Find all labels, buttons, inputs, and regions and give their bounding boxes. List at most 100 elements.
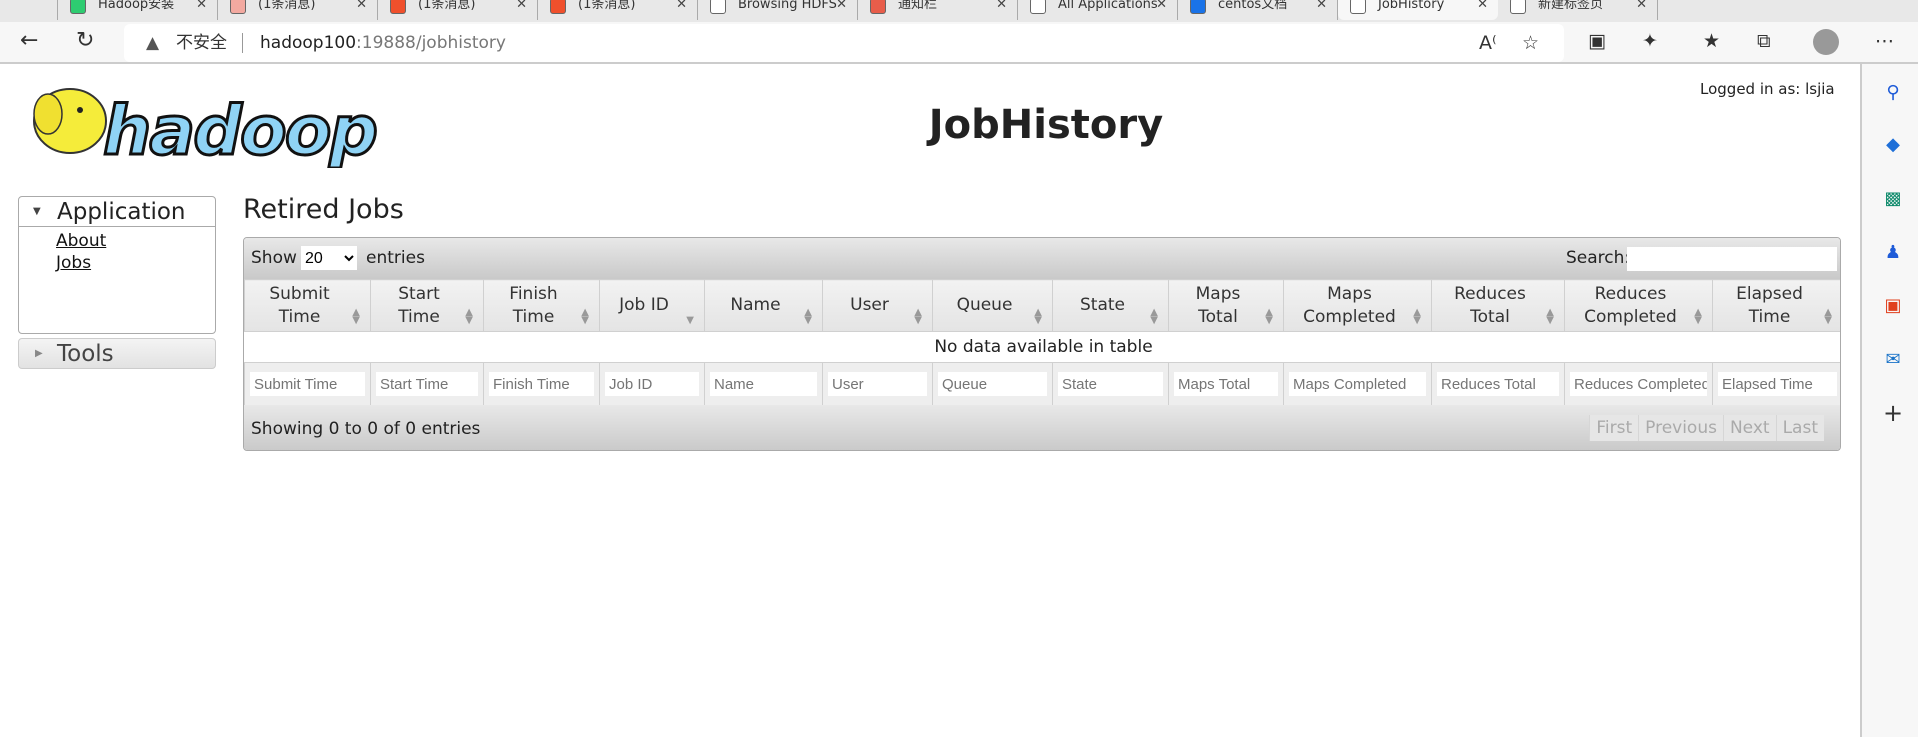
collapsed-triangle-icon: ▶ — [35, 348, 43, 359]
close-tab-icon[interactable]: ✕ — [356, 0, 367, 20]
browser-tab[interactable]: JobHistory ✕ — [1338, 0, 1498, 20]
toolbox-icon[interactable]: ▩ — [1882, 188, 1904, 210]
column-filter-input[interactable] — [1174, 372, 1278, 396]
column-filter-input[interactable] — [1058, 372, 1163, 396]
column-header[interactable]: Submit Time ▲ ▼ — [244, 279, 371, 332]
tab-title: JobHistory — [1378, 0, 1445, 12]
url-text[interactable]: hadoop100:19888/jobhistory — [260, 24, 506, 62]
column-header[interactable]: User ▲ ▼ — [822, 279, 933, 332]
search-icon[interactable]: ⚲ — [1882, 82, 1904, 104]
nav-application-header[interactable]: ▼ Application — [19, 197, 215, 227]
column-filter-input[interactable] — [1718, 372, 1837, 396]
page-size-select[interactable]: 20 — [301, 246, 357, 270]
column-filter-input[interactable] — [1570, 372, 1707, 396]
close-tab-icon[interactable]: ✕ — [196, 0, 207, 20]
pager-last-button[interactable]: Last — [1775, 415, 1824, 441]
read-aloud-icon[interactable]: A⁽ — [1479, 24, 1497, 62]
filter-cell — [822, 362, 933, 406]
filter-cell — [370, 362, 484, 406]
games-icon[interactable]: ♟ — [1882, 242, 1904, 264]
browser-toolbar: ← ↻ ▲ 不安全 hadoop100:19888/jobhistory A⁽ … — [0, 22, 1918, 64]
url-host: hadoop100 — [260, 33, 357, 53]
column-filter-input[interactable] — [1437, 372, 1559, 396]
tab-title: (1条消息) — [258, 0, 316, 12]
extension-icon[interactable]: ▣ — [1588, 30, 1606, 52]
nav-tools-header[interactable]: ▶ Tools — [18, 338, 216, 369]
nav-application-label: Application — [57, 199, 186, 225]
column-header[interactable]: Job ID ▼ — [599, 279, 705, 332]
column-filter-input[interactable] — [938, 372, 1047, 396]
nav-link-about[interactable]: About — [56, 230, 215, 252]
reload-icon[interactable]: ↻ — [76, 28, 94, 53]
tab-actions-button[interactable] — [0, 0, 58, 20]
profile-avatar[interactable] — [1813, 29, 1839, 55]
column-filter-input[interactable] — [710, 372, 817, 396]
close-tab-icon[interactable]: ✕ — [676, 0, 687, 20]
column-header[interactable]: Start Time ▲ ▼ — [370, 279, 484, 332]
tab-favicon-icon — [1350, 0, 1366, 14]
sort-both-icon: ▲ ▼ — [1824, 307, 1832, 326]
table-footer: Showing 0 to 0 of 0 entries First Previou… — [244, 405, 1840, 450]
collections-icon[interactable]: ⧉ — [1757, 30, 1771, 52]
column-filter-input[interactable] — [489, 372, 594, 396]
column-filter-input[interactable] — [828, 372, 927, 396]
close-tab-icon[interactable]: ✕ — [996, 0, 1007, 20]
insecure-label: 不安全 — [176, 33, 227, 53]
column-filter-input[interactable] — [250, 372, 365, 396]
search-input[interactable] — [1627, 247, 1837, 271]
column-header[interactable]: Reduces Completed ▲ ▼ — [1564, 279, 1713, 332]
browser-tab[interactable]: centos文档 ✕ — [1178, 0, 1338, 20]
more-icon[interactable]: ⋯ — [1875, 30, 1894, 52]
browser-tab[interactable]: Browsing HDFS ✕ — [698, 0, 858, 20]
column-header[interactable]: Elapsed Time ▲ ▼ — [1712, 279, 1840, 332]
pager-next-button[interactable]: Next — [1722, 415, 1776, 441]
favorites-icon[interactable]: ★ — [1703, 30, 1720, 52]
sort-both-icon: ▲ ▼ — [1265, 307, 1273, 326]
add-icon[interactable]: + — [1882, 401, 1904, 425]
close-tab-icon[interactable]: ✕ — [836, 0, 847, 20]
close-tab-icon[interactable]: ✕ — [1477, 0, 1488, 20]
column-header-label: Elapsed Time — [1736, 283, 1803, 327]
browser-tab[interactable]: (1条消息) ✕ — [378, 0, 538, 20]
browser-tab[interactable]: 新建标签页 ✕ — [1498, 0, 1658, 20]
back-icon[interactable]: ← — [20, 28, 38, 53]
column-header[interactable]: Finish Time ▲ ▼ — [483, 279, 600, 332]
close-tab-icon[interactable]: ✕ — [1636, 0, 1647, 20]
pager-previous-button[interactable]: Previous — [1638, 415, 1723, 441]
filter-cell — [599, 362, 705, 406]
browser-tab[interactable]: 通知栏 ✕ — [858, 0, 1018, 20]
browser-tab[interactable]: All Applications ✕ — [1018, 0, 1178, 20]
office-icon[interactable]: ▣ — [1882, 295, 1904, 317]
column-header[interactable]: State ▲ ▼ — [1052, 279, 1169, 332]
column-filter-input[interactable] — [376, 372, 478, 396]
address-bar[interactable]: ▲ 不安全 hadoop100:19888/jobhistory A⁽ ☆ — [124, 24, 1564, 62]
column-filter-input[interactable] — [1289, 372, 1426, 396]
column-header[interactable]: Maps Completed ▲ ▼ — [1283, 279, 1432, 332]
sort-both-icon: ▲ ▼ — [1694, 307, 1702, 326]
warning-icon: ▲ — [146, 33, 160, 53]
close-tab-icon[interactable]: ✕ — [516, 0, 527, 20]
column-filter-input[interactable] — [605, 372, 699, 396]
outlook-icon[interactable]: ✉ — [1882, 349, 1904, 371]
close-tab-icon[interactable]: ✕ — [1316, 0, 1327, 20]
page-content: hadoop JobHistory Logged in as: lsjia ▼ A… — [0, 66, 1858, 737]
sort-both-icon: ▲ ▼ — [914, 307, 922, 326]
browser-tab[interactable]: (1条消息) ✕ — [538, 0, 698, 20]
header-row: Submit Time ▲ ▼ Start Time ▲ ▼ Finish Time ▲ ▼ Jo… — [244, 279, 1840, 332]
extensions-puzzle-icon[interactable]: ✦ — [1642, 30, 1658, 52]
filter-cell — [704, 362, 823, 406]
column-header-label: Finish Time — [509, 283, 558, 327]
tab-title: 通知栏 — [898, 0, 938, 12]
nav-link-jobs[interactable]: Jobs — [56, 252, 215, 274]
column-header[interactable]: Reduces Total ▲ ▼ — [1431, 279, 1565, 332]
tab-favicon-icon — [1190, 0, 1206, 14]
close-tab-icon[interactable]: ✕ — [1156, 0, 1167, 20]
pager-first-button[interactable]: First — [1589, 415, 1638, 441]
browser-tab[interactable]: (1条消息) ✕ — [218, 0, 378, 20]
browser-tab[interactable]: Hadoop安装 ✕ — [58, 0, 218, 20]
search-label: Search: — [1566, 248, 1631, 268]
column-header[interactable]: Name ▲ ▼ — [704, 279, 823, 332]
favorite-add-icon[interactable]: ☆ — [1522, 24, 1539, 62]
column-header[interactable]: Queue ▲ ▼ — [932, 279, 1053, 332]
column-header[interactable]: Maps Total ▲ ▼ — [1168, 279, 1284, 332]
